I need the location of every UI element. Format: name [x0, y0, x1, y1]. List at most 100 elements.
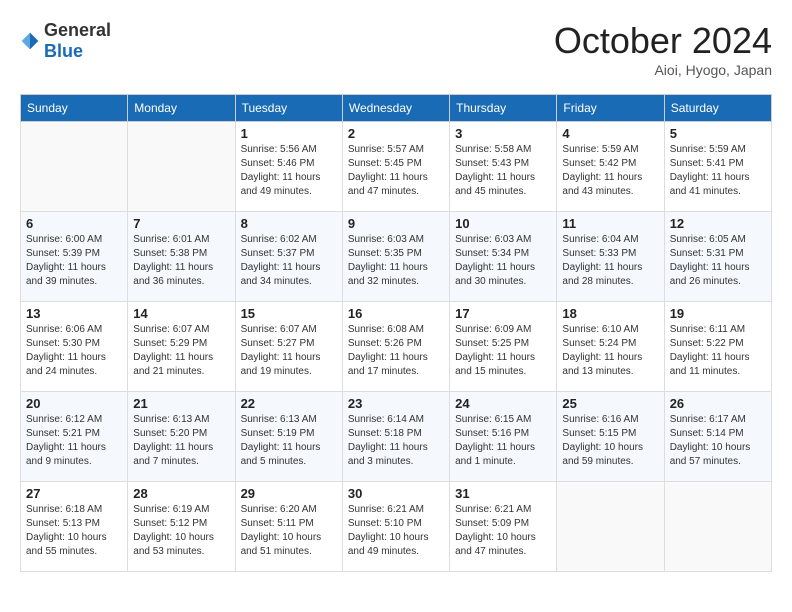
- calendar-cell: 23 Sunrise: 6:14 AM Sunset: 5:18 PM Dayli…: [342, 392, 449, 482]
- weekday-header: Wednesday: [342, 95, 449, 122]
- day-number: 4: [562, 126, 658, 141]
- logo: General Blue: [20, 20, 111, 62]
- calendar-week-row: 6 Sunrise: 6:00 AM Sunset: 5:39 PM Daylig…: [21, 212, 772, 302]
- calendar-cell: 25 Sunrise: 6:16 AM Sunset: 5:15 PM Dayli…: [557, 392, 664, 482]
- calendar-cell: 31 Sunrise: 6:21 AM Sunset: 5:09 PM Dayli…: [450, 482, 557, 572]
- day-info: Sunrise: 5:58 AM Sunset: 5:43 PM Dayligh…: [455, 143, 551, 199]
- calendar-cell: 29Sunrise: 6:20 AM Sunset: 5:11 PM Dayli…: [235, 482, 342, 572]
- day-number: 14: [133, 306, 229, 321]
- calendar-cell: 13Sunrise: 6:06 AM Sunset: 5:30 PM Dayli…: [21, 302, 128, 392]
- calendar-cell: 10 Sunrise: 6:03 AM Sunset: 5:34 PM Dayli…: [450, 212, 557, 302]
- calendar-cell: 28 Sunrise: 6:19 AM Sunset: 5:12 PM Dayli…: [128, 482, 235, 572]
- month-title: October 2024: [554, 20, 772, 62]
- day-info: Sunrise: 6:19 AM Sunset: 5:12 PM Dayligh…: [133, 503, 229, 559]
- day-info: Sunrise: 6:11 AM Sunset: 5:22 PM Dayligh…: [670, 323, 766, 379]
- calendar-week-row: 13Sunrise: 6:06 AM Sunset: 5:30 PM Dayli…: [21, 302, 772, 392]
- day-number: 16: [348, 306, 444, 321]
- day-number: 28: [133, 486, 229, 501]
- day-number: 31: [455, 486, 551, 501]
- day-number: 12: [670, 216, 766, 231]
- day-number: 11: [562, 216, 658, 231]
- day-info: Sunrise: 6:16 AM Sunset: 5:15 PM Dayligh…: [562, 413, 658, 469]
- day-number: 25: [562, 396, 658, 411]
- logo-icon: [20, 31, 40, 51]
- day-info: Sunrise: 5:56 AM Sunset: 5:46 PM Dayligh…: [241, 143, 337, 199]
- day-info: Sunrise: 6:02 AM Sunset: 5:37 PM Dayligh…: [241, 233, 337, 289]
- day-number: 15: [241, 306, 337, 321]
- calendar-table: SundayMondayTuesdayWednesdayThursdayFrid…: [20, 94, 772, 572]
- day-number: 13: [26, 306, 122, 321]
- calendar-cell: 20Sunrise: 6:12 AM Sunset: 5:21 PM Dayli…: [21, 392, 128, 482]
- calendar-cell: 14Sunrise: 6:07 AM Sunset: 5:29 PM Dayli…: [128, 302, 235, 392]
- day-number: 23: [348, 396, 444, 411]
- day-number: 30: [348, 486, 444, 501]
- day-number: 10: [455, 216, 551, 231]
- day-info: Sunrise: 5:59 AM Sunset: 5:42 PM Dayligh…: [562, 143, 658, 199]
- day-info: Sunrise: 6:00 AM Sunset: 5:39 PM Dayligh…: [26, 233, 122, 289]
- day-number: 19: [670, 306, 766, 321]
- day-number: 18: [562, 306, 658, 321]
- calendar-week-row: 20Sunrise: 6:12 AM Sunset: 5:21 PM Dayli…: [21, 392, 772, 482]
- day-info: Sunrise: 5:59 AM Sunset: 5:41 PM Dayligh…: [670, 143, 766, 199]
- calendar-cell: 9Sunrise: 6:03 AM Sunset: 5:35 PM Daylig…: [342, 212, 449, 302]
- day-info: Sunrise: 6:09 AM Sunset: 5:25 PM Dayligh…: [455, 323, 551, 379]
- weekday-header: Friday: [557, 95, 664, 122]
- day-info: Sunrise: 6:07 AM Sunset: 5:27 PM Dayligh…: [241, 323, 337, 379]
- day-number: 6: [26, 216, 122, 231]
- calendar-cell: 17Sunrise: 6:09 AM Sunset: 5:25 PM Dayli…: [450, 302, 557, 392]
- calendar-cell: 12 Sunrise: 6:05 AM Sunset: 5:31 PM Dayli…: [664, 212, 771, 302]
- calendar-cell: 5 Sunrise: 5:59 AM Sunset: 5:41 PM Daylig…: [664, 122, 771, 212]
- location-subtitle: Aioi, Hyogo, Japan: [554, 62, 772, 78]
- day-number: 3: [455, 126, 551, 141]
- calendar-cell: 22 Sunrise: 6:13 AM Sunset: 5:19 PM Dayli…: [235, 392, 342, 482]
- weekday-header: Saturday: [664, 95, 771, 122]
- day-info: Sunrise: 6:17 AM Sunset: 5:14 PM Dayligh…: [670, 413, 766, 469]
- day-info: Sunrise: 6:13 AM Sunset: 5:20 PM Dayligh…: [133, 413, 229, 469]
- weekday-header: Sunday: [21, 95, 128, 122]
- day-info: Sunrise: 6:14 AM Sunset: 5:18 PM Dayligh…: [348, 413, 444, 469]
- weekday-header-row: SundayMondayTuesdayWednesdayThursdayFrid…: [21, 95, 772, 122]
- weekday-header: Monday: [128, 95, 235, 122]
- calendar-cell: 11 Sunrise: 6:04 AM Sunset: 5:33 PM Dayli…: [557, 212, 664, 302]
- calendar-cell: [21, 122, 128, 212]
- calendar-cell: 26 Sunrise: 6:17 AM Sunset: 5:14 PM Dayli…: [664, 392, 771, 482]
- logo-general-text: General: [44, 20, 111, 40]
- day-info: Sunrise: 6:13 AM Sunset: 5:19 PM Dayligh…: [241, 413, 337, 469]
- day-info: Sunrise: 6:10 AM Sunset: 5:24 PM Dayligh…: [562, 323, 658, 379]
- calendar-cell: 16 Sunrise: 6:08 AM Sunset: 5:26 PM Dayli…: [342, 302, 449, 392]
- calendar-cell: 30 Sunrise: 6:21 AM Sunset: 5:10 PM Dayli…: [342, 482, 449, 572]
- day-number: 22: [241, 396, 337, 411]
- calendar-cell: 3 Sunrise: 5:58 AM Sunset: 5:43 PM Daylig…: [450, 122, 557, 212]
- day-info: Sunrise: 5:57 AM Sunset: 5:45 PM Dayligh…: [348, 143, 444, 199]
- day-info: Sunrise: 6:15 AM Sunset: 5:16 PM Dayligh…: [455, 413, 551, 469]
- day-number: 5: [670, 126, 766, 141]
- weekday-header: Tuesday: [235, 95, 342, 122]
- day-info: Sunrise: 6:08 AM Sunset: 5:26 PM Dayligh…: [348, 323, 444, 379]
- weekday-header: Thursday: [450, 95, 557, 122]
- day-number: 1: [241, 126, 337, 141]
- day-info: Sunrise: 6:05 AM Sunset: 5:31 PM Dayligh…: [670, 233, 766, 289]
- calendar-cell: 19 Sunrise: 6:11 AM Sunset: 5:22 PM Dayli…: [664, 302, 771, 392]
- calendar-cell: 7Sunrise: 6:01 AM Sunset: 5:38 PM Daylig…: [128, 212, 235, 302]
- calendar-cell: 1 Sunrise: 5:56 AM Sunset: 5:46 PM Daylig…: [235, 122, 342, 212]
- day-number: 2: [348, 126, 444, 141]
- calendar-cell: 21Sunrise: 6:13 AM Sunset: 5:20 PM Dayli…: [128, 392, 235, 482]
- day-info: Sunrise: 6:21 AM Sunset: 5:09 PM Dayligh…: [455, 503, 551, 559]
- day-number: 24: [455, 396, 551, 411]
- calendar-week-row: 27Sunrise: 6:18 AM Sunset: 5:13 PM Dayli…: [21, 482, 772, 572]
- day-number: 8: [241, 216, 337, 231]
- calendar-cell: 2 Sunrise: 5:57 AM Sunset: 5:45 PM Daylig…: [342, 122, 449, 212]
- day-number: 26: [670, 396, 766, 411]
- day-info: Sunrise: 6:18 AM Sunset: 5:13 PM Dayligh…: [26, 503, 122, 559]
- calendar-cell: 18 Sunrise: 6:10 AM Sunset: 5:24 PM Dayli…: [557, 302, 664, 392]
- day-info: Sunrise: 6:04 AM Sunset: 5:33 PM Dayligh…: [562, 233, 658, 289]
- day-info: Sunrise: 6:12 AM Sunset: 5:21 PM Dayligh…: [26, 413, 122, 469]
- calendar-cell: [557, 482, 664, 572]
- calendar-cell: [664, 482, 771, 572]
- day-info: Sunrise: 6:21 AM Sunset: 5:10 PM Dayligh…: [348, 503, 444, 559]
- day-info: Sunrise: 6:03 AM Sunset: 5:34 PM Dayligh…: [455, 233, 551, 289]
- page-header: General Blue October 2024 Aioi, Hyogo, J…: [20, 20, 772, 78]
- title-block: October 2024 Aioi, Hyogo, Japan: [554, 20, 772, 78]
- day-info: Sunrise: 6:01 AM Sunset: 5:38 PM Dayligh…: [133, 233, 229, 289]
- day-info: Sunrise: 6:20 AM Sunset: 5:11 PM Dayligh…: [241, 503, 337, 559]
